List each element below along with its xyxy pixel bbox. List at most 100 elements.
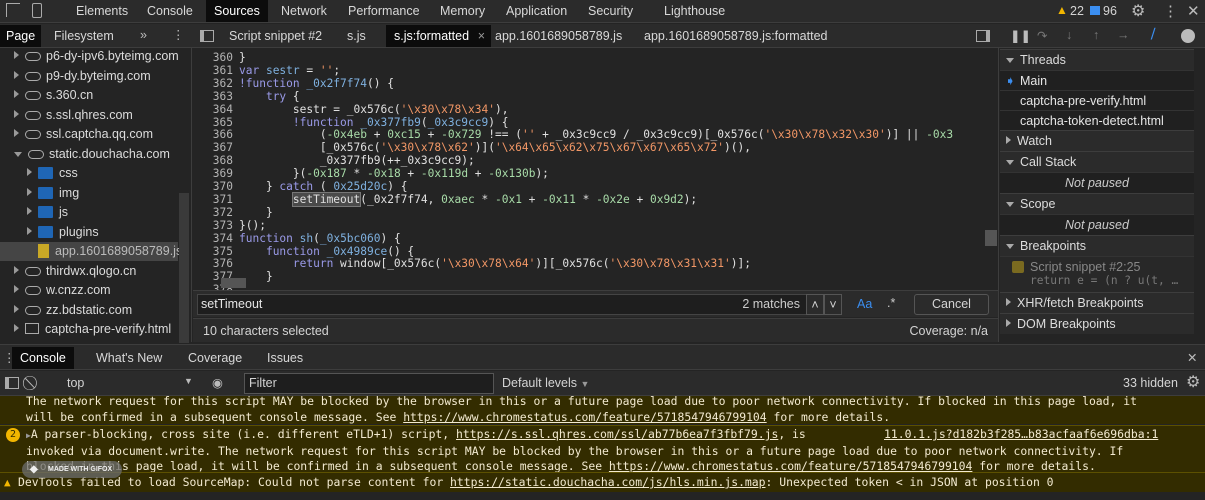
code-line[interactable]: } xyxy=(239,51,246,64)
tree-item[interactable]: zz.bdstatic.com xyxy=(0,301,178,320)
editor-tab-s-js-formatted[interactable]: s.js:formatted × xyxy=(386,25,492,47)
tab-application[interactable]: Application xyxy=(498,0,575,22)
line-number[interactable]: 376 xyxy=(193,257,233,270)
previous-match-button[interactable]: ˄ xyxy=(806,294,824,315)
close-drawer-icon[interactable]: ✕ xyxy=(1187,350,1197,365)
code-line[interactable]: [_0x576c('\x30\x78\x62')]('\x64\x65\x62\… xyxy=(239,141,751,154)
expand-arrow-icon[interactable] xyxy=(27,226,32,235)
line-number[interactable]: 363 xyxy=(193,90,233,103)
tree-item[interactable]: app.1601689058789.js xyxy=(0,242,182,261)
code-line[interactable]: !function _0x2f7f74() { xyxy=(239,77,394,90)
editor-vertical-scrollbar[interactable] xyxy=(985,230,997,246)
message-source-link[interactable]: 11.0.1.js?d182b3f285…b83acfaaf6e696dba:1 xyxy=(884,427,1158,443)
code-line[interactable]: } xyxy=(239,206,273,219)
message-link[interactable]: https://s.ssl.qhres.com/ssl/ab77b6ea7f3f… xyxy=(456,427,778,441)
context-dropdown-arrow-icon[interactable]: ▼ xyxy=(184,376,193,386)
message-icon[interactable] xyxy=(1090,6,1100,15)
thread-main[interactable]: ➧ Main xyxy=(1000,70,1194,90)
pause-icon[interactable]: ❚❚ xyxy=(1010,28,1031,43)
line-number[interactable]: 360 xyxy=(193,51,233,64)
line-number[interactable]: 372 xyxy=(193,206,233,219)
code-line[interactable]: !function _0x377fb9(_0x3c9cc9) { xyxy=(239,116,509,129)
line-number[interactable]: 365 xyxy=(193,116,233,129)
message-link[interactable]: https://www.chromestatus.com/feature/571… xyxy=(609,459,972,472)
line-number[interactable]: 362 xyxy=(193,77,233,90)
line-number[interactable]: 368 xyxy=(193,154,233,167)
deactivate-breakpoints-icon[interactable]: ⧸ xyxy=(1151,27,1155,42)
code-line[interactable]: _0x377fb9(++_0x3c9cc9); xyxy=(239,154,475,167)
expand-arrow-icon[interactable] xyxy=(27,187,32,196)
tree-item[interactable]: static.douchacha.com xyxy=(0,145,178,164)
section-threads[interactable]: Threads xyxy=(1000,49,1194,70)
tree-item[interactable]: p9-dy.byteimg.com xyxy=(0,67,178,86)
log-levels-dropdown[interactable]: Default levels ▼ xyxy=(502,376,589,390)
more-menu-icon[interactable]: ⋮ xyxy=(1163,2,1178,20)
tree-item[interactable]: s.360.cn xyxy=(0,86,178,105)
breakpoint-checkbox[interactable] xyxy=(1012,261,1024,273)
tab-sources[interactable]: Sources xyxy=(206,0,268,22)
cancel-search-button[interactable]: Cancel xyxy=(914,294,989,315)
code-line[interactable]: try { xyxy=(239,90,300,103)
message-link[interactable]: https://www.chromestatus.com/feature/571… xyxy=(403,410,766,424)
next-match-button[interactable]: ˅ xyxy=(824,294,842,315)
code-line[interactable]: } catch ( 0x25d20c) { xyxy=(239,180,408,193)
expand-arrow-icon[interactable] xyxy=(14,129,19,137)
expand-arrow-icon[interactable] xyxy=(14,324,19,332)
line-number[interactable]: 375 xyxy=(193,245,233,258)
tree-item[interactable]: js xyxy=(0,203,178,222)
tree-item[interactable]: img xyxy=(0,184,178,203)
line-number[interactable]: 364 xyxy=(193,103,233,116)
line-number[interactable]: 369 xyxy=(193,167,233,180)
thread-captcha-pre-verify[interactable]: captcha-pre-verify.html xyxy=(1000,90,1194,110)
tab-elements[interactable]: Elements xyxy=(68,0,136,22)
code-line[interactable]: setTimeout(_0x2f7f74, 0xaec * -0x1 + -0x… xyxy=(239,191,697,207)
navigator-tab-filesystem[interactable]: Filesystem xyxy=(46,25,122,47)
code-line[interactable]: sestr = _0x576c('\x30\x78\x34'), xyxy=(239,103,509,116)
message-count[interactable]: 96 xyxy=(1103,4,1117,18)
line-number[interactable]: 366 xyxy=(193,128,233,141)
expand-arrow-icon[interactable] xyxy=(14,304,19,313)
editor-tab-script-snippet[interactable]: Script snippet #2 xyxy=(221,25,330,47)
tree-item[interactable]: captcha-pre-verify.html xyxy=(0,320,178,339)
expand-arrow-icon[interactable] xyxy=(14,70,19,79)
match-case-toggle[interactable]: Aa xyxy=(857,297,872,311)
navigator-tab-page[interactable]: Page xyxy=(0,25,42,47)
toggle-navigator-icon[interactable] xyxy=(200,30,214,42)
tree-item[interactable]: css xyxy=(0,164,178,183)
tab-console[interactable]: Console xyxy=(139,0,201,22)
inspect-element-icon[interactable] xyxy=(6,3,20,17)
code-line[interactable]: var sestr = ''; xyxy=(239,64,340,77)
code-line[interactable]: function sh(_0x5bc060) { xyxy=(239,232,401,245)
section-watch[interactable]: Watch xyxy=(1000,130,1194,151)
editor-tab-s-js[interactable]: s.js xyxy=(339,25,374,47)
expand-arrow-icon[interactable] xyxy=(27,207,32,215)
expand-arrow-icon[interactable] xyxy=(14,109,19,118)
breakpoint-item[interactable]: Script snippet #2:25 return e = (n ? u(t… xyxy=(1000,256,1194,292)
line-number[interactable]: 373 xyxy=(193,219,233,232)
tree-item[interactable]: w.cnzz.com xyxy=(0,281,178,300)
expand-arrow-icon[interactable] xyxy=(27,168,32,176)
tab-lighthouse[interactable]: Lighthouse xyxy=(656,0,733,22)
toggle-debugger-icon[interactable] xyxy=(976,30,990,42)
console-filter-input[interactable]: Filter xyxy=(244,373,494,394)
tab-security[interactable]: Security xyxy=(580,0,641,22)
device-toolbar-icon[interactable] xyxy=(32,3,42,18)
navigator-scrollbar[interactable] xyxy=(179,193,189,343)
drawer-tab-coverage[interactable]: Coverage xyxy=(180,347,250,369)
tree-item[interactable]: ssl.captcha.qq.com xyxy=(0,125,178,144)
navigator-menu-icon[interactable]: ⋮ xyxy=(172,27,185,42)
code-line[interactable]: return window[_0x576c('\x30\x78\x64')][_… xyxy=(239,257,751,270)
tree-item[interactable]: plugins xyxy=(0,223,178,242)
editor-horizontal-scrollbar[interactable] xyxy=(221,278,246,288)
line-number[interactable]: 374 xyxy=(193,232,233,245)
tree-item[interactable]: thirdwx.qlogo.cn xyxy=(0,262,178,281)
code-line[interactable]: }(-0x187 * -0x18 + -0x119d + -0x130b); xyxy=(239,167,549,180)
tab-performance[interactable]: Performance xyxy=(340,0,428,22)
tab-network[interactable]: Network xyxy=(273,0,335,22)
section-dom-breakpoints[interactable]: DOM Breakpoints xyxy=(1000,313,1194,334)
step-out-icon[interactable]: ↑ xyxy=(1093,28,1099,42)
search-input[interactable]: setTimeout 2 matches xyxy=(197,294,807,315)
expand-arrow-icon[interactable] xyxy=(14,90,19,98)
section-call-stack[interactable]: Call Stack xyxy=(1000,151,1194,172)
line-number[interactable]: 367 xyxy=(193,141,233,154)
